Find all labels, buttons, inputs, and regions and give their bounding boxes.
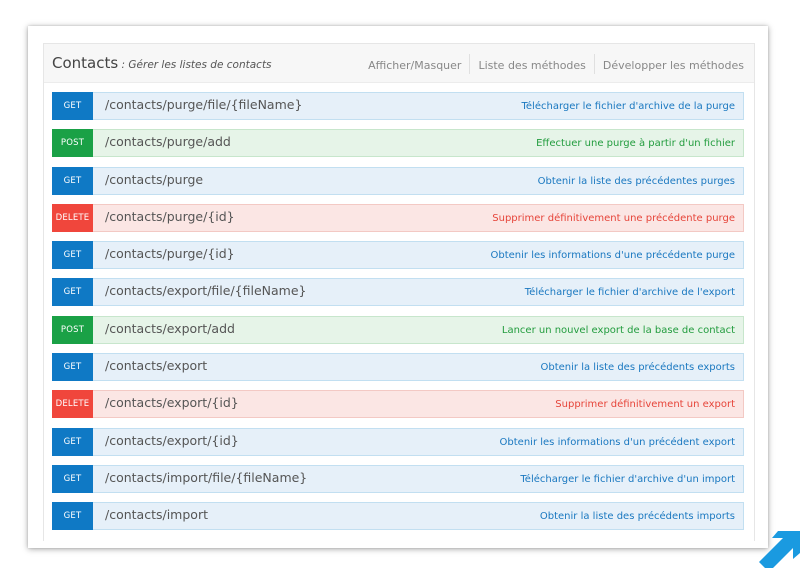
toggle-show-hide-link[interactable]: Afficher/Masquer (360, 59, 469, 72)
list-operations-link[interactable]: Liste des méthodes (470, 59, 593, 72)
operation-path[interactable]: /contacts/import/file/{fileName} (105, 470, 307, 485)
operation-path[interactable]: /contacts/export (105, 358, 207, 373)
resource-title[interactable]: Contacts : Gérer les listes de contacts (52, 54, 272, 72)
operation-description[interactable]: Obtenir la liste des précédents imports (540, 511, 735, 522)
method-badge[interactable]: POST (52, 129, 93, 158)
method-badge[interactable]: GET (52, 166, 93, 195)
resource-subtitle: : Gérer les listes de contacts (118, 59, 272, 71)
resource-header: Contacts : Gérer les listes de contacts … (44, 44, 754, 83)
operation-row[interactable]: GET /contacts/purge/file/{fileName} Télé… (52, 92, 744, 120)
operation-description[interactable]: Obtenir la liste des précédentes purges (538, 176, 735, 187)
method-badge[interactable]: POST (52, 315, 93, 344)
method-badge[interactable]: DELETE (52, 390, 93, 419)
diagonal-arrow-icon (759, 531, 800, 568)
operation-description[interactable]: Supprimer définitivement une précédente … (492, 213, 735, 224)
operations-list: GET /contacts/purge/file/{fileName} Télé… (52, 92, 744, 540)
operation-row[interactable]: POST /contacts/export/add Lancer un nouv… (52, 315, 744, 344)
operation-description[interactable]: Télécharger le fichier d'archive d'un im… (520, 474, 735, 485)
operation-path[interactable]: /contacts/export/{id} (105, 433, 239, 448)
operation-row[interactable]: GET /contacts/export/file/{fileName} Tél… (52, 278, 744, 307)
method-badge[interactable]: GET (52, 278, 93, 307)
operation-description[interactable]: Effectuer une purge à partir d'un fichie… (536, 138, 735, 149)
operation-path[interactable]: /contacts/purge/file/{fileName} (105, 97, 302, 112)
method-badge[interactable]: DELETE (52, 203, 93, 232)
contacts-resource-panel: Contacts : Gérer les listes de contacts … (43, 43, 755, 541)
operation-description[interactable]: Supprimer définitivement un export (555, 399, 735, 410)
operation-row[interactable]: GET /contacts/purge Obtenir la liste des… (52, 166, 744, 195)
operation-path[interactable]: /contacts/purge/add (105, 134, 231, 149)
operation-path[interactable]: /contacts/export/file/{fileName} (105, 283, 306, 298)
method-badge[interactable]: GET (52, 92, 93, 120)
operation-row[interactable]: DELETE /contacts/purge/{id} Supprimer dé… (52, 203, 744, 232)
operation-path[interactable]: /contacts/purge (105, 172, 203, 187)
operation-row[interactable]: GET /contacts/purge/{id} Obtenir les inf… (52, 241, 744, 270)
operation-description[interactable]: Télécharger le fichier d'archive de la p… (521, 101, 735, 112)
resource-title-text[interactable]: Contacts (52, 54, 118, 72)
operation-row[interactable]: POST /contacts/purge/add Effectuer une p… (52, 129, 744, 158)
operation-description[interactable]: Lancer un nouvel export de la base de co… (502, 325, 735, 336)
method-badge[interactable]: GET (52, 464, 93, 493)
api-docs-card: Contacts : Gérer les listes de contacts … (28, 26, 768, 548)
method-badge[interactable]: GET (52, 353, 93, 382)
method-badge[interactable]: GET (52, 241, 93, 270)
operation-path[interactable]: /contacts/export/add (105, 321, 235, 336)
operation-description[interactable]: Obtenir la liste des précédents exports (541, 362, 735, 373)
operation-row[interactable]: GET /contacts/import/file/{fileName} Tél… (52, 464, 744, 493)
operation-row[interactable]: GET /contacts/export/{id} Obtenir les in… (52, 427, 744, 456)
operation-description[interactable]: Télécharger le fichier d'archive de l'ex… (525, 287, 735, 298)
operation-path[interactable]: /contacts/export/{id} (105, 395, 239, 410)
method-badge[interactable]: GET (52, 427, 93, 456)
header-links: Afficher/Masquer Liste des méthodes Déve… (360, 54, 752, 74)
expand-operations-link[interactable]: Développer les méthodes (595, 59, 752, 72)
operation-row[interactable]: GET /contacts/export Obtenir la liste de… (52, 353, 744, 382)
operation-description[interactable]: Obtenir les informations d'une précédent… (491, 250, 735, 261)
operation-row[interactable]: DELETE /contacts/export/{id} Supprimer d… (52, 390, 744, 419)
operation-row[interactable]: GET /contacts/import Obtenir la liste de… (52, 502, 744, 531)
operation-description[interactable]: Obtenir les informations d'un précédent … (500, 437, 735, 448)
operation-path[interactable]: /contacts/import (105, 507, 208, 522)
method-badge[interactable]: GET (52, 502, 93, 531)
operation-path[interactable]: /contacts/purge/{id} (105, 246, 235, 261)
operation-path[interactable]: /contacts/purge/{id} (105, 209, 235, 224)
